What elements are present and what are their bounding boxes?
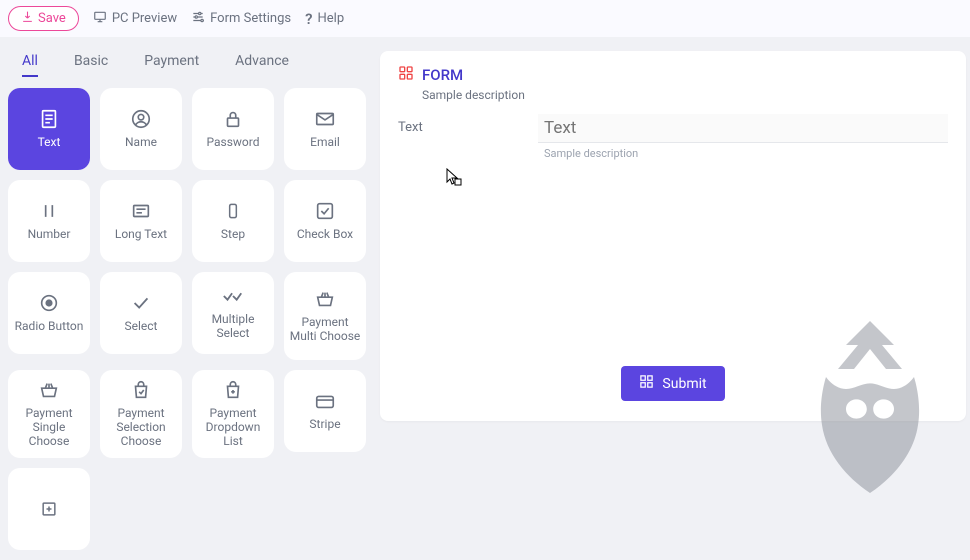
tile-label: Payment Dropdown List [196, 407, 270, 448]
tile-grid: Text Name Password Email Number Long Text Step… [4, 78, 368, 560]
tile-number[interactable]: Number [8, 180, 90, 262]
tile-label: Password [206, 136, 259, 150]
question-icon: ? [305, 10, 312, 28]
tile-payment-single-choose[interactable]: Payment Single Choose [8, 370, 90, 458]
tile-name[interactable]: Name [100, 88, 182, 170]
tile-payment-selection-choose[interactable]: Payment Selection Choose [100, 370, 182, 458]
text-icon [38, 108, 60, 130]
tile-label: Email [310, 136, 340, 150]
tab-payment[interactable]: Payment [144, 47, 199, 77]
tile-step[interactable]: Step [192, 180, 274, 262]
tile-label: Payment Selection Choose [104, 407, 178, 448]
tab-advance[interactable]: Advance [235, 47, 289, 77]
tile-label: Long Text [115, 228, 167, 242]
card-icon [314, 390, 336, 412]
form-canvas: FORM Sample description Text Sample desc… [380, 51, 966, 560]
monitor-icon [93, 10, 107, 28]
field-label: Text [398, 114, 518, 135]
basket-icon [314, 288, 336, 310]
save-label: Save [38, 11, 66, 26]
submit-button[interactable]: Submit [621, 366, 724, 401]
tile-label: Payment Single Choose [12, 407, 86, 448]
tile-payment-dropdown-list[interactable]: Payment Dropdown List [192, 370, 274, 458]
password-icon [222, 108, 244, 130]
tile-label: Select [125, 320, 158, 334]
tile-email[interactable]: Email [284, 88, 366, 170]
tile-label: Text [38, 136, 61, 150]
tile-password[interactable]: Password [192, 88, 274, 170]
text-input[interactable] [538, 114, 948, 143]
download-icon [21, 10, 34, 27]
help-button[interactable]: ? Help [305, 10, 344, 28]
form-description: Sample description [422, 88, 948, 102]
basket-icon [38, 379, 60, 401]
name-icon [130, 108, 152, 130]
tile-long-text[interactable]: Long Text [100, 180, 182, 262]
field-sublabel: Sample description [538, 147, 948, 160]
tile-select[interactable]: Select [100, 272, 182, 354]
tile-text[interactable]: Text [8, 88, 90, 170]
radio-icon [38, 292, 60, 314]
tile-check-box[interactable]: Check Box [284, 180, 366, 262]
tile-label: Step [221, 228, 245, 242]
category-tabs: All Basic Payment Advance [4, 37, 368, 78]
select-icon [130, 292, 152, 314]
bagplus-icon [222, 379, 244, 401]
bag-icon [130, 379, 152, 401]
tile-label: Stripe [309, 418, 340, 432]
tile-label: Payment Multi Choose [288, 316, 362, 344]
pc-preview-button[interactable]: PC Preview [93, 10, 177, 28]
longtext-icon [130, 200, 152, 222]
sliders-icon [191, 10, 205, 28]
step-icon [222, 200, 244, 222]
tab-basic[interactable]: Basic [74, 47, 108, 77]
tile-payment-multi-choose[interactable]: Payment Multi Choose [284, 272, 366, 360]
grid-icon [639, 374, 654, 393]
save-button[interactable]: Save [8, 6, 79, 31]
email-icon [314, 108, 336, 130]
form-icon [398, 65, 414, 85]
form-settings-button[interactable]: Form Settings [191, 10, 291, 28]
tile-stripe[interactable]: Stripe [284, 370, 366, 452]
number-icon [38, 200, 60, 222]
tile-label: Name [125, 136, 157, 150]
multiselect-icon [222, 285, 244, 307]
form-title-row: FORM [398, 65, 948, 85]
tile-label: Multiple Select [196, 313, 270, 341]
tile-radio-button[interactable]: Radio Button [8, 272, 90, 354]
checkbox-icon [314, 200, 336, 222]
field-input-wrap: Sample description [538, 114, 948, 160]
toolbar: Save PC Preview Form Settings ? Help [0, 0, 970, 37]
tile-label: Number [28, 228, 71, 242]
tile-label: Radio Button [15, 320, 84, 334]
sidebar: All Basic Payment Advance Text Name Password E… [4, 37, 368, 560]
field-row: Text Sample description [398, 114, 948, 160]
tile-multiple-select[interactable]: Multiple Select [192, 272, 274, 354]
tile-plus[interactable] [8, 468, 90, 550]
form-title: FORM [422, 66, 463, 84]
tab-all[interactable]: All [22, 47, 38, 77]
form-card: FORM Sample description Text Sample desc… [380, 51, 966, 421]
tile-label: Check Box [297, 228, 353, 242]
plus-icon [38, 498, 60, 520]
